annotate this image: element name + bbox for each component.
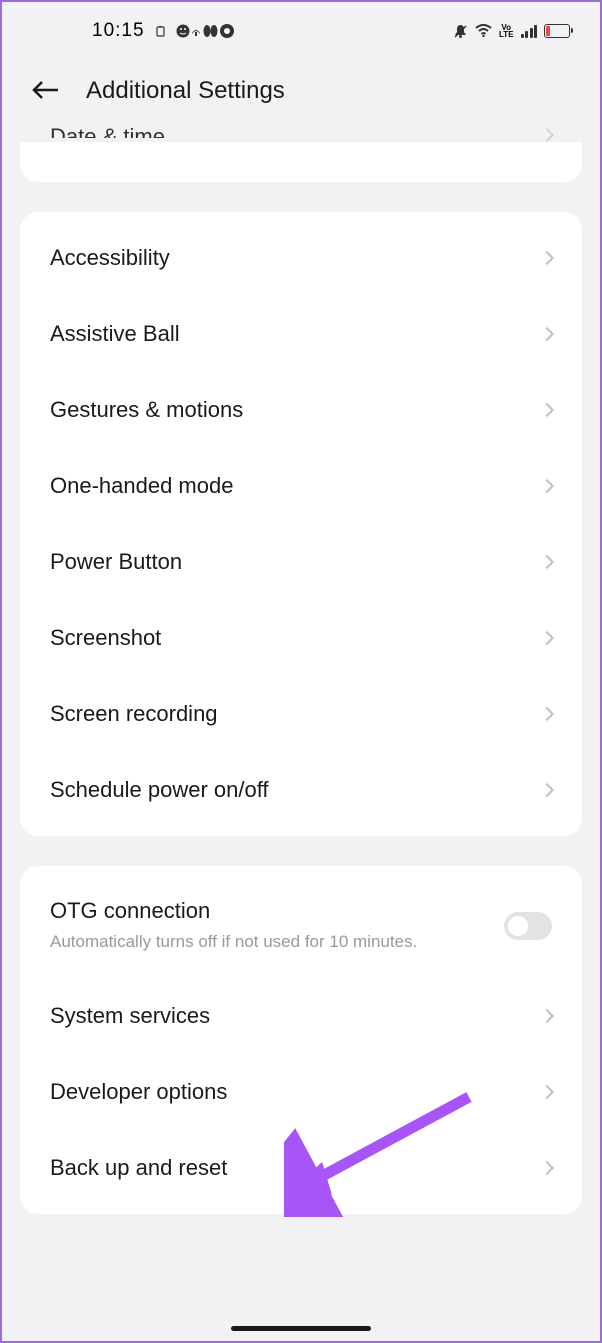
chevron-right-icon	[540, 251, 554, 265]
chevron-right-icon	[540, 707, 554, 721]
charging-icon	[155, 26, 166, 37]
row-title: Assistive Ball	[50, 321, 180, 347]
mute-icon	[453, 24, 468, 39]
otg-toggle[interactable]	[504, 912, 552, 940]
back-icon[interactable]	[32, 75, 60, 107]
status-bar: 10:15 VoLTE	[2, 2, 600, 52]
row-title: Developer options	[50, 1079, 227, 1105]
header: Additional Settings	[2, 52, 600, 130]
chevron-right-icon	[540, 479, 554, 493]
row-otg-connection[interactable]: OTG connection Automatically turns off i…	[20, 874, 582, 978]
row-title: OTG connection	[50, 898, 504, 924]
chevron-right-icon	[540, 1085, 554, 1099]
row-one-handed-mode[interactable]: One-handed mode	[20, 448, 582, 524]
row-title: Back up and reset	[50, 1155, 227, 1181]
signal-icon	[521, 24, 538, 38]
row-title: Screen recording	[50, 701, 218, 727]
page-title: Additional Settings	[86, 77, 285, 105]
row-subtitle: Automatically turns off if not used for …	[50, 930, 450, 954]
chevron-right-icon	[540, 631, 554, 645]
chevron-right-icon	[540, 327, 554, 341]
chevron-right-icon	[540, 783, 554, 797]
row-assistive-ball[interactable]: Assistive Ball	[20, 296, 582, 372]
row-screenshot[interactable]: Screenshot	[20, 600, 582, 676]
row-title: Gestures & motions	[50, 397, 243, 423]
row-title: Schedule power on/off	[50, 777, 269, 803]
section-partial[interactable]: Date & time	[20, 142, 582, 182]
chevron-right-icon	[540, 1009, 554, 1023]
volte-icon: VoLTE	[499, 24, 514, 38]
row-title: System services	[50, 1003, 210, 1029]
row-title: Power Button	[50, 549, 182, 575]
row-title: Accessibility	[50, 245, 170, 271]
chevron-right-icon	[540, 555, 554, 569]
row-gestures-motions[interactable]: Gestures & motions	[20, 372, 582, 448]
home-indicator[interactable]	[231, 1326, 371, 1331]
row-title: Screenshot	[50, 625, 161, 651]
row-system-services[interactable]: System services	[20, 978, 582, 1054]
row-developer-options[interactable]: Developer options	[20, 1054, 582, 1130]
section-accessibility: Accessibility Assistive Ball Gestures & …	[20, 212, 582, 836]
row-back-up-reset[interactable]: Back up and reset	[20, 1130, 582, 1206]
circle-icons	[176, 23, 238, 39]
row-power-button[interactable]: Power Button	[20, 524, 582, 600]
status-time: 10:15	[92, 20, 145, 42]
row-screen-recording[interactable]: Screen recording	[20, 676, 582, 752]
wifi-icon	[475, 24, 492, 38]
chevron-right-icon	[540, 403, 554, 417]
row-title: One-handed mode	[50, 473, 233, 499]
chevron-right-icon	[540, 128, 554, 142]
row-schedule-power[interactable]: Schedule power on/off	[20, 752, 582, 828]
section-system: OTG connection Automatically turns off i…	[20, 866, 582, 1214]
battery-icon	[544, 24, 570, 38]
row-date-time: Date & time	[20, 124, 195, 138]
row-accessibility[interactable]: Accessibility	[20, 220, 582, 296]
chevron-right-icon	[540, 1161, 554, 1175]
